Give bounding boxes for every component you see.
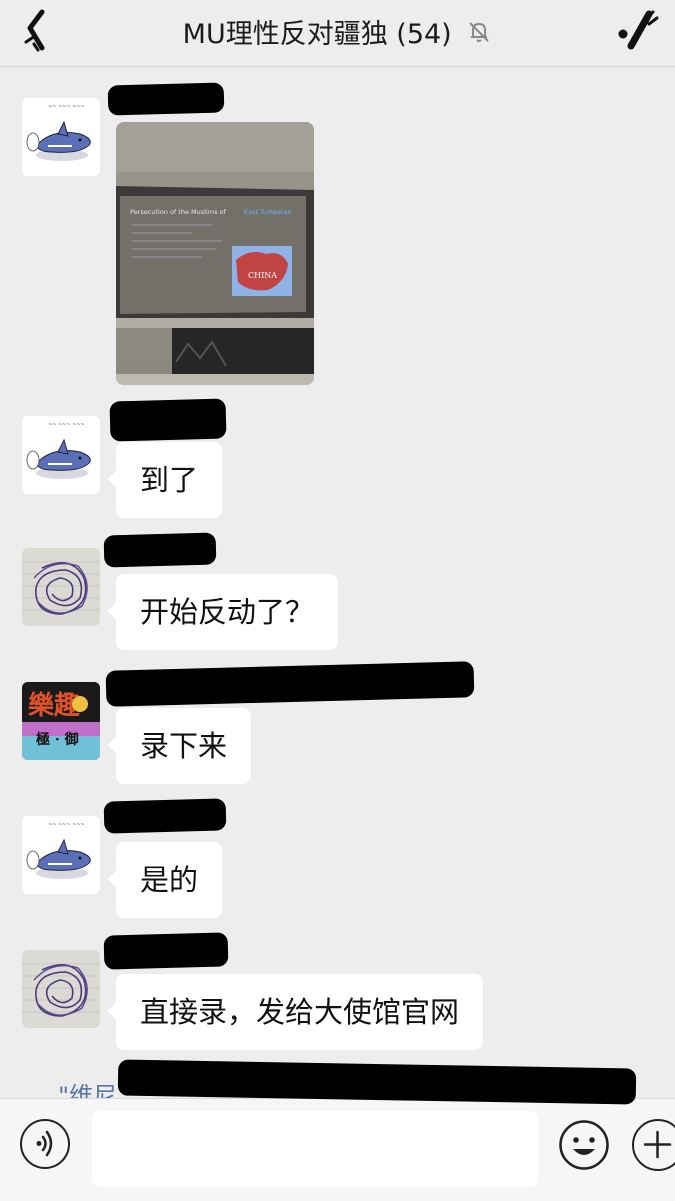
message-bubble[interactable]: 是的 (106, 842, 223, 918)
poster-avatar[interactable]: 樂趣 極 · 御 (22, 682, 100, 760)
redacted-sender-name (103, 532, 217, 568)
redacted-sender-name (105, 661, 475, 707)
slide-title-highlight: East Turkestan (244, 208, 291, 216)
redacted-sender-name (109, 398, 227, 442)
projector-slide-photo[interactable]: Persecution of the Muslims of East Turke… (116, 122, 314, 385)
chat-title: MU理性反对疆独 (54) (182, 19, 452, 50)
emoji-icon[interactable] (558, 1119, 610, 1171)
svg-text:~~ ~~~ ~~~: ~~ ~~~ ~~~ (48, 422, 85, 428)
cartoon-shark-avatar[interactable]: ~~ ~~~ ~~~ (22, 816, 100, 894)
redacted-sender-name (103, 932, 229, 970)
purple-scribble-avatar[interactable] (22, 950, 100, 1028)
cartoon-shark-avatar[interactable]: ~~ ~~~ ~~~ (22, 98, 100, 176)
message-bubble[interactable]: 到了 (106, 442, 223, 518)
plus-icon[interactable] (632, 1119, 675, 1171)
more-icon[interactable] (617, 8, 661, 52)
message-bubble[interactable]: 录下来 (106, 708, 252, 784)
slide-title-text: Persecution of the Muslims of (130, 208, 227, 216)
svg-text:~~ ~~~ ~~~: ~~ ~~~ ~~~ (48, 822, 85, 828)
message-bubble[interactable]: 直接录，发给大使馆官网 (106, 974, 484, 1050)
chat-title-wrap: MU理性反对疆独 (54) (0, 12, 675, 52)
chat-header: MU理性反对疆独 (54) (0, 0, 675, 67)
slide-map-label: CHINA (248, 271, 277, 280)
redacted-sender-name (103, 798, 227, 834)
message-bubble[interactable]: 开始反动了？ (106, 574, 339, 650)
poster-middle-text: 極 · 御 (36, 731, 79, 748)
cartoon-shark-avatar[interactable]: ~~ ~~~ ~~~ (22, 416, 100, 494)
input-bar (0, 1098, 675, 1201)
purple-scribble-avatar[interactable] (22, 548, 100, 626)
voice-icon[interactable] (20, 1119, 70, 1169)
message-input[interactable] (92, 1111, 538, 1187)
redacted-sender-name (107, 82, 225, 116)
svg-text:~~ ~~~ ~~~: ~~ ~~~ ~~~ (48, 104, 85, 110)
bell-muted-icon (466, 19, 492, 52)
